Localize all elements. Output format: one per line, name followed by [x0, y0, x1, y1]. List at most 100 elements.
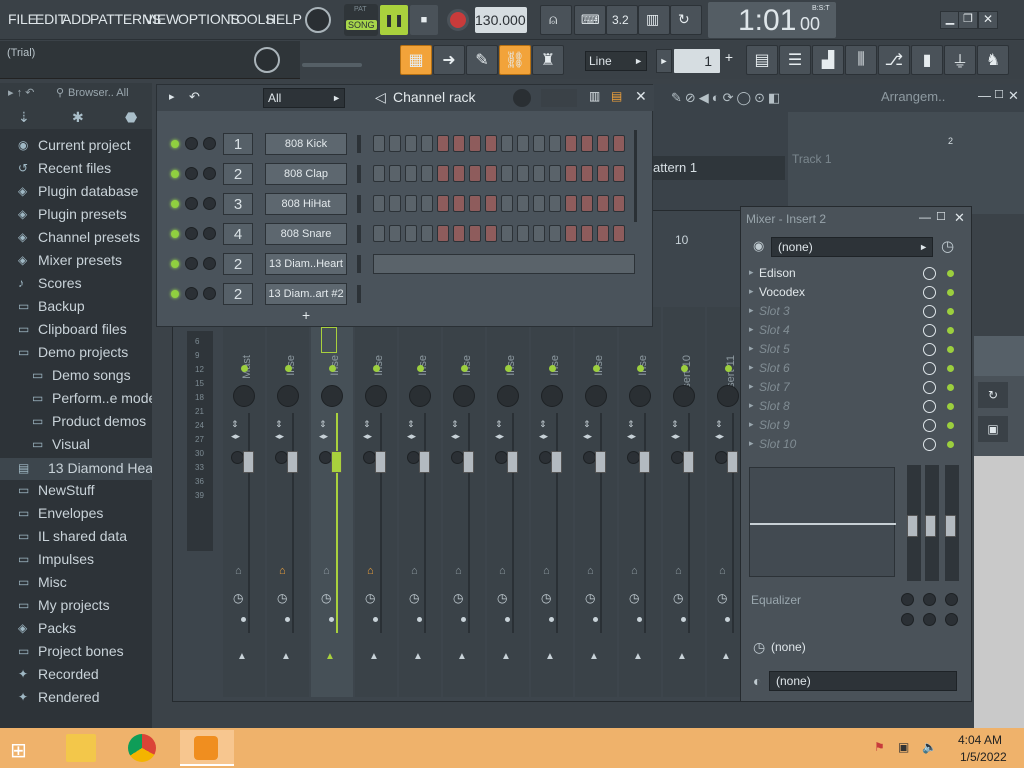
strip-volume-fader[interactable]	[463, 451, 474, 473]
strip-pan-knob[interactable]	[629, 385, 651, 407]
insert-close[interactable]: ✕	[954, 210, 965, 226]
channel-mute-led[interactable]	[171, 230, 179, 238]
strip-pan-knob[interactable]	[453, 385, 475, 407]
mixer-strip[interactable]: Inse⇕◂▸⌂◷▲	[399, 307, 441, 697]
step-button[interactable]	[453, 165, 465, 182]
mixer-strip[interactable]: Inse⇕◂▸⌂◷▲	[619, 307, 661, 697]
rack-options-icon[interactable]: ▸	[169, 90, 175, 103]
strip-pan-knob[interactable]	[717, 385, 739, 407]
step-button[interactable]	[581, 135, 593, 152]
step-button[interactable]	[437, 225, 449, 242]
eq-graph[interactable]	[749, 467, 896, 577]
browser-item[interactable]: ▭ Product demos	[0, 411, 152, 433]
channel-volume-knob[interactable]	[203, 137, 216, 150]
master-volume-knob[interactable]	[305, 7, 331, 33]
pat-song-toggle[interactable]: PAT SONG	[344, 4, 378, 36]
stereo-icon[interactable]: ⇕	[363, 419, 371, 430]
swap-icon[interactable]: ◂▸	[583, 431, 592, 442]
mixer-strip[interactable]: Inse⇕◂▸⌂◷▲	[487, 307, 529, 697]
pencil-tool-button[interactable]: ✎	[466, 45, 498, 75]
route-dot[interactable]	[637, 617, 642, 622]
piano-roll-button[interactable]: ▟	[812, 45, 844, 75]
channel-pan-knob[interactable]	[185, 167, 198, 180]
clock-icon[interactable]: ◷	[277, 591, 287, 605]
slot-mix-knob[interactable]	[923, 400, 936, 413]
strip-enable-led[interactable]	[725, 365, 732, 372]
strip-enable-led[interactable]	[461, 365, 468, 372]
strip-volume-fader[interactable]	[419, 451, 430, 473]
browser-item[interactable]: ✦ Rendered	[0, 687, 152, 709]
stop-button[interactable]: ■	[410, 5, 438, 35]
link-button[interactable]: ⛓	[499, 45, 531, 75]
swap-icon[interactable]: ◂▸	[275, 431, 284, 442]
slot-mix-knob[interactable]	[923, 381, 936, 394]
channel-mute-led[interactable]	[171, 170, 179, 178]
fx-icon[interactable]: ⌂	[235, 565, 242, 577]
step-button[interactable]	[533, 225, 545, 242]
swap-icon[interactable]: ◂▸	[231, 431, 240, 442]
playlist-button[interactable]: ▦	[400, 45, 432, 75]
insert-maximize[interactable]: ☐	[936, 210, 946, 223]
step-button[interactable]	[597, 135, 609, 152]
step-button[interactable]	[421, 165, 433, 182]
mixer-strip[interactable]: Mast⇕◂▸⌂◷▲	[223, 307, 265, 697]
route-dot[interactable]	[417, 617, 422, 622]
step-button[interactable]	[453, 225, 465, 242]
step-button[interactable]	[437, 165, 449, 182]
browser-item[interactable]: ◈ Packs	[0, 618, 152, 640]
master-pitch-knob[interactable]	[254, 47, 280, 73]
effect-slot[interactable]: ▸ Slot 10	[749, 436, 964, 455]
fx-icon[interactable]: ⌂	[367, 565, 374, 577]
metronome-button[interactable]: ⍝	[540, 5, 572, 35]
strip-pan-knob[interactable]	[233, 385, 255, 407]
strip-enable-led[interactable]	[593, 365, 600, 372]
next-button[interactable]: ➜	[433, 45, 465, 75]
effect-slot[interactable]: ▸ Slot 5	[749, 341, 964, 360]
route-dot[interactable]	[285, 617, 290, 622]
mixer-strip[interactable]: Inse⇕◂▸⌂◷▲	[575, 307, 617, 697]
insert-preset-select[interactable]: (none) ►	[771, 237, 933, 257]
graph-icon[interactable]: ▥	[589, 89, 600, 103]
loop-record-button[interactable]: ↻	[670, 5, 702, 35]
clock-icon[interactable]: ◷	[629, 591, 639, 605]
route-dot[interactable]	[329, 617, 334, 622]
channel-mute-led[interactable]	[171, 260, 179, 268]
step-button[interactable]	[421, 195, 433, 212]
route-dot[interactable]	[461, 617, 466, 622]
step-button[interactable]	[597, 165, 609, 182]
effect-slot[interactable]: ▸ Slot 7	[749, 379, 964, 398]
channel-number[interactable]: 3	[223, 193, 253, 215]
browser-item[interactable]: ▭ IL shared data	[0, 526, 152, 548]
route-arrow-icon[interactable]: ▲	[589, 651, 599, 662]
clock-icon[interactable]: ◷	[541, 591, 551, 605]
clock-time[interactable]: 4:04 AM	[958, 733, 1002, 747]
swap-icon[interactable]: ◂▸	[451, 431, 460, 442]
step-button[interactable]	[485, 195, 497, 212]
edison-loop-button[interactable]: ↻	[978, 382, 1008, 408]
rack-close-icon[interactable]: ✕	[635, 88, 647, 105]
step-button[interactable]	[613, 165, 625, 182]
channel-volume-knob[interactable]	[203, 287, 216, 300]
strip-pan-knob[interactable]	[365, 385, 387, 407]
step-button[interactable]	[469, 195, 481, 212]
route-arrow-icon[interactable]: ▲	[281, 651, 291, 662]
start-button[interactable]: ⊞	[10, 738, 34, 762]
playlist-maximize[interactable]: ☐	[994, 88, 1004, 101]
channel-name-button[interactable]: 808 Kick	[265, 133, 347, 155]
slot-mix-knob[interactable]	[923, 305, 936, 318]
route-dot[interactable]	[681, 617, 686, 622]
mixer-view-button[interactable]: ▤	[746, 45, 778, 75]
rack-swing-knob[interactable]	[513, 89, 531, 107]
step-button[interactable]	[517, 195, 529, 212]
rack-filter-select[interactable]: All ►	[263, 88, 345, 108]
channel-mute-led[interactable]	[171, 200, 179, 208]
step-button[interactable]	[581, 195, 593, 212]
strip-enable-led[interactable]	[417, 365, 424, 372]
strip-enable-led[interactable]	[373, 365, 380, 372]
clock-icon[interactable]: ◷	[453, 591, 463, 605]
route-arrow-icon[interactable]: ▲	[457, 651, 467, 662]
slot-enable-led[interactable]	[947, 365, 954, 372]
channel-volume-knob[interactable]	[203, 227, 216, 240]
eq-bw-knob-1[interactable]	[901, 613, 914, 626]
step-button[interactable]	[517, 225, 529, 242]
